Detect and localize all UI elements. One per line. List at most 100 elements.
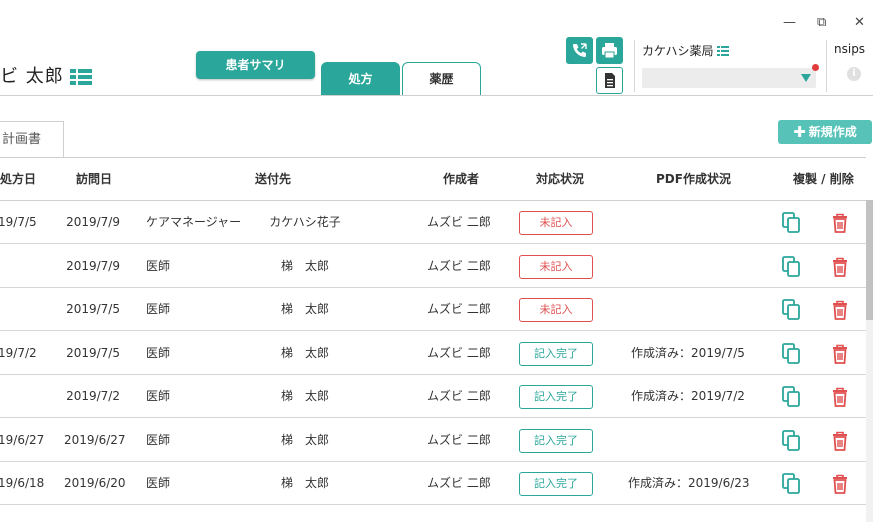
report-table: 処方日 訪問日 送付先 作成者 対応状況 PDF作成状況 複製 / 削除 19/…: [0, 157, 866, 522]
table-header: 処方日 訪問日 送付先 作成者 対応状況 PDF作成状況 複製 / 削除: [0, 158, 866, 201]
recipient-name-cell: 梯 太郎: [280, 389, 329, 403]
plus-icon: ✚: [793, 123, 806, 141]
printer-icon: [602, 43, 617, 59]
status-badge[interactable]: 未記入: [519, 254, 593, 279]
pharmacy-select[interactable]: [642, 68, 816, 88]
minimize-button[interactable]: —: [783, 14, 796, 32]
tab-care-plan[interactable]: 計画書: [0, 121, 64, 157]
author-cell: ムズビ 二郎: [427, 432, 491, 447]
document-button[interactable]: [596, 67, 623, 94]
pdf-status-cell: [628, 288, 748, 331]
patient-summary-button[interactable]: 患者サマリ: [196, 51, 315, 79]
table-row[interactable]: 19/7/2 2019/7/5 医師 梯 太郎 ムズビ 二郎 記入完了 作成済み：2019/…: [0, 332, 866, 375]
author-cell: ムズビ 二郎: [427, 345, 491, 360]
copy-icon[interactable]: [780, 298, 802, 322]
header-pdf-status: PDF作成状況: [656, 172, 731, 186]
header-author: 作成者: [443, 172, 480, 186]
header-separator: [634, 40, 635, 92]
pharmacy-label: カケハシ薬局: [642, 42, 730, 59]
recipient-name-cell: カケハシ花子: [269, 215, 341, 229]
trash-icon[interactable]: [829, 255, 851, 279]
recipient-role-cell: 医師: [146, 302, 171, 316]
copy-icon[interactable]: [780, 255, 802, 279]
table-row[interactable]: 2019/7/9 医師 梯 太郎 ムズビ 二郎 未記入: [0, 245, 866, 288]
header-rx-date: 処方日: [0, 172, 37, 186]
recipient-role-cell: 医師: [146, 389, 171, 403]
nsips-text: nsips: [834, 42, 866, 56]
recipient-role-cell: 医師: [146, 432, 171, 447]
visit-date-cell: 2019/6/20: [64, 476, 126, 490]
pdf-status-cell: [628, 245, 748, 288]
visit-date-cell: 2019/6/27: [64, 432, 126, 447]
trash-icon[interactable]: [829, 298, 851, 322]
header-visit-date: 訪問日: [76, 172, 113, 186]
table-row[interactable]: 19/6/27 2019/6/27 医師 梯 太郎 ムズビ 二郎 記入完了: [0, 419, 866, 462]
copy-icon[interactable]: [780, 385, 802, 409]
visit-date-cell: 2019/7/5: [66, 302, 120, 316]
tab-medication-history[interactable]: 薬歴: [402, 62, 481, 96]
recipient-name-cell: 梯 太郎: [280, 345, 329, 360]
author-cell: ムズビ 二郎: [427, 215, 491, 229]
status-badge[interactable]: 未記入: [519, 211, 593, 235]
close-button[interactable]: ✕: [854, 14, 865, 32]
recipient-role-cell: 医師: [146, 258, 171, 273]
author-cell: ムズビ 二郎: [427, 476, 491, 490]
copy-icon[interactable]: [780, 429, 802, 453]
phone-icon: [573, 43, 587, 57]
header-copy-delete: 複製 / 削除: [793, 172, 854, 186]
status-badge[interactable]: 記入完了: [519, 428, 593, 453]
tab-prescription[interactable]: 処方: [321, 62, 400, 96]
new-create-button[interactable]: ✚ 新規作成: [778, 120, 872, 144]
scrollbar-thumb[interactable]: [866, 200, 873, 320]
table-row[interactable]: 19/7/5 2019/7/9 ケアマネージャー カケハシ花子 ムズビ 二郎 未記入: [0, 201, 866, 244]
header-divider: [0, 95, 873, 96]
recipient-name-cell: 梯 太郎: [280, 302, 329, 316]
pharmacy-name: カケハシ薬局: [642, 44, 714, 58]
phone-button[interactable]: [566, 37, 593, 64]
rx-date-cell: 19/6/27: [0, 432, 45, 447]
copy-icon[interactable]: [780, 342, 802, 366]
app-window: — ⧉ ✕ ビ 太郎 患者サマリ 処方 薬歴 カケハシ薬局 nsips i 計画…: [0, 0, 873, 522]
table-row[interactable]: 2019/7/2 医師 梯 太郎 ムズビ 二郎 記入完了 作成済み：2019/7/2: [0, 375, 866, 418]
pdf-status-cell: 作成済み：2019/7/5: [631, 345, 745, 360]
copy-icon[interactable]: [780, 472, 802, 496]
pdf-status-cell: 作成済み：2019/7/2: [631, 389, 745, 403]
grid-list-icon[interactable]: [717, 46, 730, 56]
visit-date-cell: 2019/7/9: [66, 258, 120, 273]
trash-icon[interactable]: [829, 211, 851, 235]
copy-icon[interactable]: [780, 211, 802, 235]
rx-date-cell: 19/6/18: [0, 476, 45, 490]
pdf-status-cell: [628, 419, 748, 462]
recipient-role-cell: 医師: [146, 345, 171, 360]
notification-dot: [812, 64, 819, 71]
recipient-role-cell: ケアマネージャー: [146, 215, 242, 229]
print-button[interactable]: [596, 37, 623, 64]
restore-button[interactable]: ⧉: [817, 14, 826, 32]
header-destination: 送付先: [255, 172, 292, 186]
grid-list-icon[interactable]: [70, 69, 93, 85]
trash-icon[interactable]: [829, 429, 851, 453]
rx-date-cell: 19/7/5: [0, 215, 37, 229]
recipient-name-cell: 梯 太郎: [280, 476, 329, 490]
header-separator: [826, 40, 827, 92]
table-row[interactable]: 19/6/18 2019/6/20 医師 梯 太郎 ムズビ 二郎 記入完了 作成済み：201…: [0, 462, 866, 505]
patient-name-text: ビ 太郎: [0, 66, 64, 87]
recipient-name-cell: 梯 太郎: [280, 258, 329, 273]
info-icon[interactable]: i: [847, 67, 861, 81]
trash-icon[interactable]: [829, 342, 851, 366]
status-badge[interactable]: 記入完了: [519, 472, 593, 496]
nsips-label: nsips: [834, 42, 865, 56]
table-row[interactable]: 2019/7/5 医師 梯 太郎 ムズビ 二郎 未記入: [0, 288, 866, 331]
author-cell: ムズビ 二郎: [427, 389, 491, 403]
rx-date-cell: 19/7/2: [0, 345, 37, 360]
new-create-label: 新規作成: [808, 125, 857, 139]
status-badge[interactable]: 未記入: [519, 298, 593, 322]
status-badge[interactable]: 記入完了: [519, 385, 593, 409]
pdf-status-cell: [628, 201, 748, 244]
recipient-name-cell: 梯 太郎: [280, 432, 329, 447]
visit-date-cell: 2019/7/9: [66, 215, 120, 229]
trash-icon[interactable]: [829, 385, 851, 409]
status-badge[interactable]: 記入完了: [519, 341, 593, 366]
recipient-role-cell: 医師: [146, 476, 171, 490]
trash-icon[interactable]: [829, 472, 851, 496]
